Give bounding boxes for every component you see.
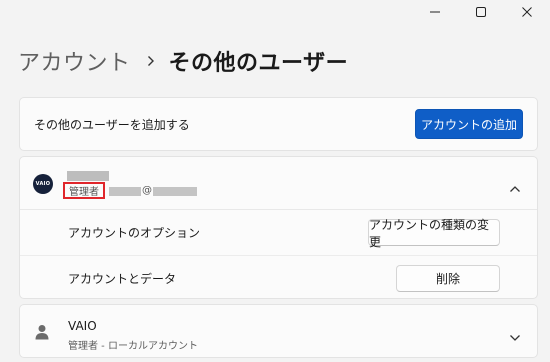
add-user-card: その他のユーザーを追加する アカウントの追加 [19,97,538,151]
account-data-row: アカウントとデータ 削除 [20,255,537,300]
account-data-label: アカウントとデータ [68,271,177,286]
vaio-account-card[interactable]: VAIO 管理者 - ローカルアカウント [19,304,538,358]
close-icon [522,7,532,17]
avatar: VAIO [33,174,53,194]
account-subtitle: 管理者 - ローカルアカウント [68,341,198,352]
chevron-right-icon [147,55,155,67]
redacted-email-domain [153,186,197,196]
page-title: その他のユーザー [168,51,349,76]
user-account-header[interactable]: VAIO 管理者 @ [20,157,537,210]
user-email: @ [109,186,197,196]
breadcrumb: アカウント その他のユーザー [18,44,348,78]
person-icon [35,324,49,344]
email-at-sign: @ [142,185,152,196]
breadcrumb-parent-accounts[interactable]: アカウント [18,45,131,77]
user-account-card: VAIO 管理者 @ アカウントのオプション アカウントの種類の変更 アカウント… [19,156,538,299]
account-name: VAIO [68,319,97,333]
redacted-email-local [109,186,141,196]
user-role: 管理者 [69,187,99,198]
account-options-row: アカウントのオプション アカウントの種類の変更 [20,210,537,255]
maximize-icon [476,7,486,17]
maximize-button[interactable] [458,0,504,24]
avatar-logo-text: VAIO [35,181,51,187]
close-button[interactable] [504,0,550,24]
chevron-up-icon[interactable] [509,178,521,197]
minimize-button[interactable] [412,0,458,24]
account-options-label: アカウントのオプション [68,226,201,240]
window-controls [412,0,550,24]
chevron-down-icon[interactable] [509,327,521,346]
add-user-label: その他のユーザーを追加する [34,117,190,132]
delete-button[interactable]: 削除 [396,265,500,292]
minimize-icon [430,11,440,13]
add-account-button[interactable]: アカウントの追加 [415,109,523,139]
redacted-user-name [67,171,109,181]
change-account-type-button[interactable]: アカウントの種類の変更 [368,218,500,249]
role-badge-highlight: 管理者 [63,182,105,199]
